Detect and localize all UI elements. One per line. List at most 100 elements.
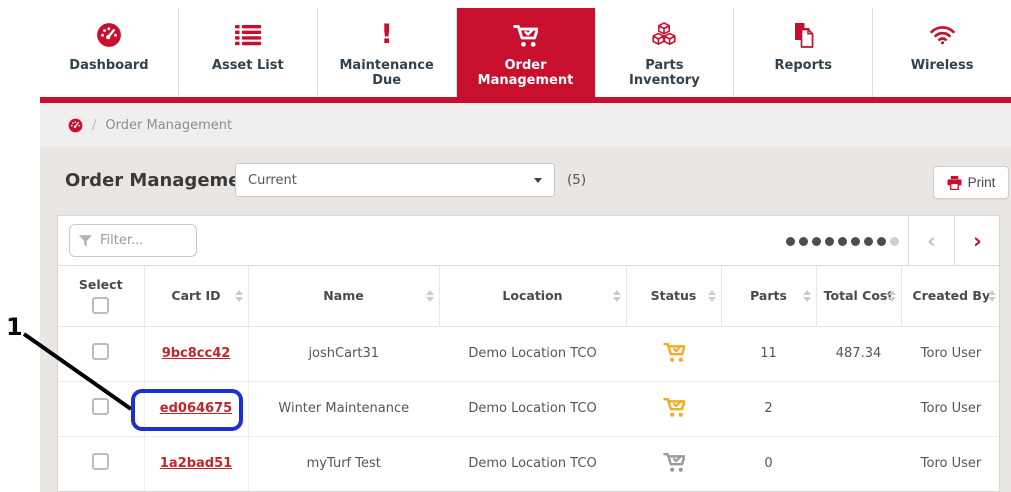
tab-label: Dashboard: [69, 58, 148, 73]
select-caret-icon: [534, 178, 542, 183]
parts-cell: 0: [721, 436, 816, 491]
row-select-cell: [58, 436, 144, 491]
pagination-dot: [851, 237, 860, 246]
tab-label: Parts Inventory: [609, 58, 719, 88]
print-icon: [947, 176, 962, 190]
breadcrumb: / Order Management: [40, 103, 1011, 147]
pagination-prev-button[interactable]: ‹: [908, 216, 954, 266]
annotation-label: 1: [6, 315, 23, 339]
order-management-icon: [513, 21, 538, 49]
pagination-dot: [825, 237, 834, 246]
tab-wireless[interactable]: Wireless: [873, 8, 1011, 97]
column-header-location[interactable]: Location: [439, 266, 626, 326]
column-header-created-by[interactable]: Created By: [901, 266, 1000, 326]
created-by-cell: Toro User: [901, 381, 1000, 436]
parts-cell: 2: [721, 381, 816, 436]
tab-label: Wireless: [911, 58, 974, 73]
tab-dashboard[interactable]: Dashboard: [40, 8, 179, 97]
column-header-label: Select: [79, 277, 123, 292]
tab-parts-inventory[interactable]: Parts Inventory: [595, 8, 734, 97]
pagination-dot: [786, 237, 795, 246]
cart-id-cell: 1a2bad51: [144, 436, 248, 491]
column-header-name[interactable]: Name: [248, 266, 439, 326]
orders-table: Select Cart ID Name Location Status Part…: [58, 266, 1000, 491]
top-navigation: Dashboard Asset List ! Maintenance Due O…: [40, 8, 1011, 97]
location-cell: Demo Location TCO: [439, 436, 626, 491]
tab-reports[interactable]: Reports: [734, 8, 873, 97]
dashboard-icon: [96, 21, 122, 49]
pagination-dots: [786, 216, 899, 266]
column-header-total-cost[interactable]: Total Cost: [816, 266, 901, 326]
column-header-parts[interactable]: Parts: [721, 266, 816, 326]
select-all-checkbox[interactable]: [92, 297, 109, 314]
sort-icon: [988, 290, 996, 302]
total-cost-cell: [816, 381, 901, 436]
pagination-dot: [890, 237, 899, 246]
table-row: 1a2bad51 myTurf Test Demo Location TCO 0…: [58, 436, 1000, 491]
tab-label: Maintenance Due: [332, 58, 442, 88]
sort-icon: [613, 290, 621, 302]
pagination-next-button[interactable]: ›: [954, 216, 1000, 266]
table-row: 9bc8cc42 joshCart31 Demo Location TCO 11…: [58, 326, 1000, 381]
status-cell: [626, 326, 721, 381]
filter-icon: [78, 233, 93, 252]
parts-inventory-icon: [650, 21, 678, 49]
column-header-select: Select: [58, 266, 144, 326]
cart-id-link[interactable]: 9bc8cc42: [162, 346, 231, 361]
cart-id-cell: 9bc8cc42: [144, 326, 248, 381]
breadcrumb-home-icon[interactable]: [68, 118, 83, 133]
tab-label: Order Management: [471, 58, 581, 88]
created-by-cell: Toro User: [901, 326, 1000, 381]
order-view-select-value: Current: [248, 173, 297, 188]
asset-list-icon: [235, 21, 261, 49]
pagination-dot: [812, 237, 821, 246]
pagination-dot: [877, 237, 886, 246]
page-title: Order Management: [65, 163, 262, 197]
table-toolbar: ‹ ›: [58, 216, 999, 266]
name-cell: Winter Maintenance: [248, 381, 439, 436]
tab-maintenance-due[interactable]: ! Maintenance Due: [318, 8, 457, 97]
cart-id-link-highlighted[interactable]: ed064675: [160, 401, 232, 416]
tab-asset-list[interactable]: Asset List: [179, 8, 318, 97]
sort-icon: [235, 290, 243, 302]
tab-label: Reports: [775, 58, 832, 73]
order-view-select[interactable]: Current: [235, 163, 555, 197]
breadcrumb-current: Order Management: [105, 118, 232, 133]
row-select-cell: [58, 326, 144, 381]
breadcrumb-separator: /: [92, 118, 96, 133]
column-header-status[interactable]: Status: [626, 266, 721, 326]
cart-id-cell: ed064675: [144, 381, 248, 436]
cart-status-icon: [663, 397, 685, 417]
table-row: ed064675 Winter Maintenance Demo Locatio…: [58, 381, 1000, 436]
reports-icon: [792, 21, 814, 49]
sort-icon: [888, 290, 896, 302]
pagination-dot: [838, 237, 847, 246]
app-window: Dashboard Asset List ! Maintenance Due O…: [40, 8, 1011, 492]
pagination-dot: [864, 237, 873, 246]
name-cell: myTurf Test: [248, 436, 439, 491]
cart-status-icon: [663, 342, 685, 362]
row-select-cell: [58, 381, 144, 436]
result-count: (5): [567, 163, 586, 197]
status-cell: [626, 436, 721, 491]
sort-icon: [708, 290, 716, 302]
row-checkbox[interactable]: [92, 343, 109, 360]
total-cost-cell: [816, 436, 901, 491]
pagination-dot: [799, 237, 808, 246]
tab-label: Asset List: [212, 58, 284, 73]
orders-table-card: ‹ › Select Cart ID Name: [57, 215, 1000, 492]
location-cell: Demo Location TCO: [439, 381, 626, 436]
table-header-row: Select Cart ID Name Location Status Part…: [58, 266, 1000, 326]
filter-field-wrap: [69, 224, 197, 257]
parts-cell: 11: [721, 326, 816, 381]
status-cell: [626, 381, 721, 436]
print-button[interactable]: Print: [933, 166, 1009, 199]
row-checkbox[interactable]: [92, 453, 109, 470]
cart-id-link[interactable]: 1a2bad51: [160, 456, 232, 471]
print-button-label: Print: [968, 175, 996, 190]
created-by-cell: Toro User: [901, 436, 1000, 491]
row-checkbox[interactable]: [92, 398, 109, 415]
column-header-cart-id[interactable]: Cart ID: [144, 266, 248, 326]
sort-icon: [803, 290, 811, 302]
tab-order-management[interactable]: Order Management: [457, 8, 596, 97]
